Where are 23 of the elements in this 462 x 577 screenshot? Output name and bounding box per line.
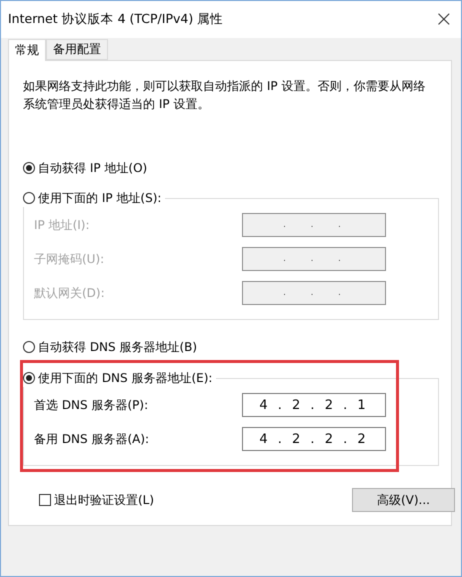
ip-address-field[interactable]: 4 . 2 . 2 . 2 xyxy=(242,427,386,451)
window-title: Internet 协议版本 4 (TCP/IPv4) 属性 xyxy=(8,11,224,28)
checkbox-label: 退出时验证设置(L) xyxy=(54,492,154,508)
field-label: 默认网关(D): xyxy=(34,284,105,302)
radio-label: 使用下面的 DNS 服务器地址(E): xyxy=(38,370,212,386)
field-label: IP 地址(I): xyxy=(34,216,90,234)
ip-address-field[interactable]: 4 . 2 . 2 . 1 xyxy=(242,393,386,417)
radio-label: 自动获得 DNS 服务器地址(B) xyxy=(38,338,198,356)
checkbox[interactable] xyxy=(39,494,51,506)
close-button[interactable]: × xyxy=(434,7,453,32)
radio-button[interactable] xyxy=(23,162,35,174)
field-label: 备用 DNS 服务器(A): xyxy=(34,430,150,448)
radio-label: 自动获得 IP 地址(O) xyxy=(38,160,148,176)
tab[interactable]: 备用配置 xyxy=(46,39,108,60)
radio-button[interactable] xyxy=(23,372,35,384)
radio-label: 使用下面的 IP 地址(S): xyxy=(38,190,162,206)
radio-button[interactable] xyxy=(23,192,35,204)
tab[interactable]: 常规 xyxy=(8,39,46,61)
radio-button[interactable] xyxy=(23,341,35,353)
field-label: 首选 DNS 服务器(P): xyxy=(34,396,148,414)
field-label: 子网掩码(U): xyxy=(34,250,104,268)
description-text: 如果网络支持此功能，则可以获取自动指派的 IP 设置。否则，你需要从网络系统管理员处获得适当的 IP 设置。 xyxy=(23,78,426,113)
advanced-button[interactable]: 高级(V)... xyxy=(352,488,455,512)
